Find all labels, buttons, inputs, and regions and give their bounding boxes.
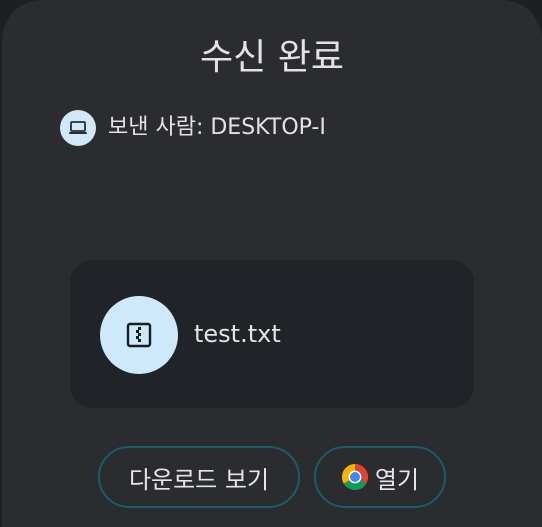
received-file-card[interactable]: test.txt	[70, 260, 474, 408]
sender-name: 보낸 사람: DESKTOP-I	[108, 115, 326, 140]
laptop-icon	[60, 110, 96, 146]
dialog-title: 수신 완료	[200, 37, 344, 78]
view-downloads-label: 다운로드 보기	[128, 465, 270, 494]
sender-row: 보낸 사람: DESKTOP-I	[60, 110, 358, 146]
zip-file-icon	[100, 296, 178, 374]
receive-complete-sheet: 수신 완료 보낸 사람: DESKTOP-I test.txt 다운로드 보기	[2, 0, 542, 527]
view-downloads-button[interactable]: 다운로드 보기	[98, 446, 300, 508]
open-button[interactable]: 열기	[314, 446, 446, 508]
chrome-icon	[341, 463, 369, 491]
open-label: 열기	[374, 465, 420, 494]
file-name: test.txt	[194, 320, 281, 348]
